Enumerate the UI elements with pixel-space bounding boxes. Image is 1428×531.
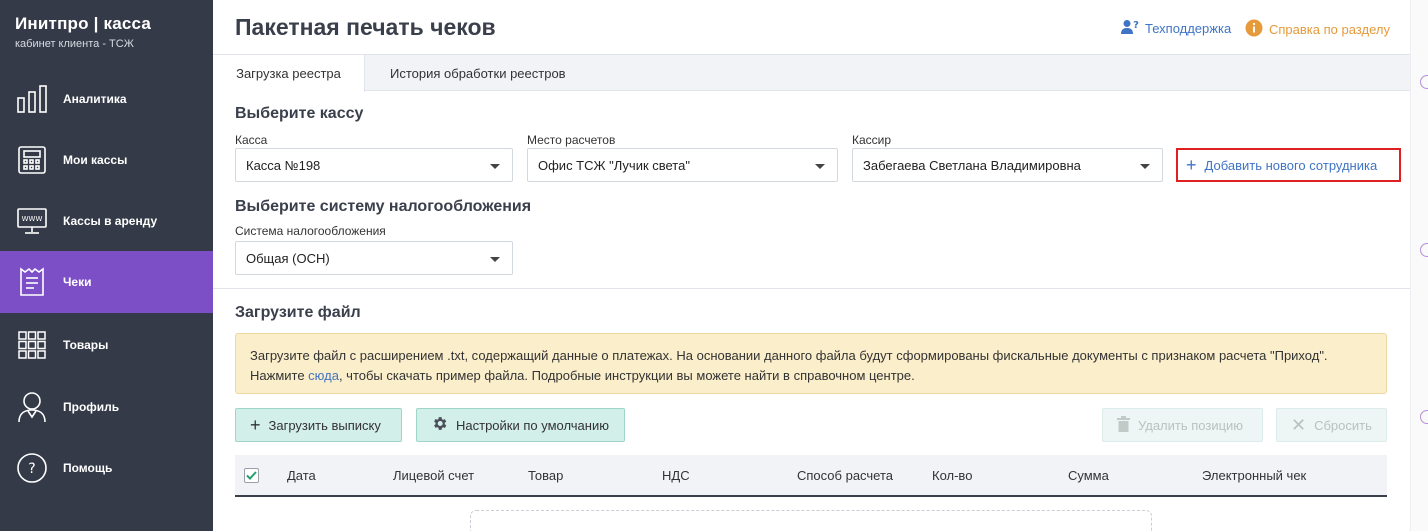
cashier-select[interactable]: Забегаева Светлана Владимировна [852,148,1163,182]
svg-text:?: ? [1133,20,1139,31]
notice-line2: Нажмите сюда, чтобы скачать пример файла… [250,368,915,383]
column-account[interactable]: Лицевой счет [393,468,474,483]
trash-icon [1117,415,1130,435]
place-select-value: Офис ТСЖ "Лучик света" [538,157,690,173]
gear-icon [431,415,448,435]
svg-text:WWW: WWW [22,215,43,223]
column-e-receipt[interactable]: Электронный чек [1202,468,1306,483]
info-icon [1245,19,1263,40]
sidebar-item-goods[interactable]: Товары [0,314,213,376]
chevron-down-icon [815,164,825,169]
sidebar: Инитпро | касса кабинет клиента - ТСЖ Ан… [0,0,213,531]
select-all-checkbox[interactable] [244,468,259,483]
column-sum[interactable]: Сумма [1068,468,1109,483]
checkmark-icon [246,471,257,480]
support-user-icon: ? [1121,19,1139,38]
tabs-bar: Загрузка реестра История обработки реест… [213,54,1410,92]
plus-icon: + [250,415,261,435]
support-link[interactable]: ? Техподдержка [1121,19,1231,38]
brand[interactable]: Инитпро | касса кабинет клиента - ТСЖ [0,0,213,68]
notice-line1: Загрузите файл с расширением .txt, содер… [250,348,1328,363]
sidebar-item-label: Помощь [63,461,113,475]
file-dropzone[interactable] [470,510,1152,531]
sample-file-link[interactable]: сюда [308,368,339,383]
column-vat[interactable]: НДС [662,468,690,483]
place-label: Место расчетов [527,133,616,147]
upload-section-title: Загрузите файл [235,304,361,321]
kassa-section-title: Выберите кассу [235,105,364,122]
column-quantity[interactable]: Кол-во [932,468,972,483]
sidebar-item-profile[interactable]: Профиль [0,376,213,438]
cashier-select-value: Забегаева Светлана Владимировна [863,157,1081,173]
close-icon: ✕ [1291,415,1307,435]
column-payment-method[interactable]: Способ расчета [797,468,893,483]
sidebar-item-label: Аналитика [63,92,127,106]
chevron-down-icon [1140,164,1150,169]
tab-upload-registry[interactable]: Загрузка реестра [213,55,365,92]
sidebar-item-label: Чеки [63,275,92,289]
tax-select[interactable]: Общая (ОСН) [235,241,513,275]
tax-select-value: Общая (ОСН) [246,250,330,266]
brand-subtitle: кабинет клиента - ТСЖ [15,38,134,50]
brand-title: Инитпро | касса [15,14,152,33]
tab-registry-history[interactable]: История обработки реестров [390,55,566,91]
tax-section-title: Выберите систему налогообложения [235,198,532,215]
edge-widget-icon [1420,410,1428,424]
help-circle-icon: ? [15,451,49,485]
www-terminal-icon: WWW [15,204,49,238]
upload-statement-label: Загрузить выписку [268,417,381,433]
edge-widget-icon [1420,75,1428,89]
kassa-select-value: Касса №198 [246,157,321,173]
default-settings-button[interactable]: Настройки по умолчанию [416,408,625,442]
delete-position-button[interactable]: Удалить позицию [1102,408,1263,442]
place-select[interactable]: Офис ТСЖ "Лучик света" [527,148,838,182]
sidebar-item-label: Товары [63,338,109,352]
sidebar-item-my-registers[interactable]: Мои кассы [0,129,213,191]
grid-icon [15,328,49,362]
receipt-icon [15,265,49,299]
column-product[interactable]: Товар [528,468,563,483]
upload-statement-button[interactable]: + Загрузить выписку [235,408,402,442]
delete-position-label: Удалить позицию [1138,417,1244,433]
section-help-link[interactable]: Справка по разделу [1245,19,1390,40]
analytics-icon [15,82,49,116]
default-settings-label: Настройки по умолчанию [456,417,609,433]
page-title: Пакетная печать чеков [235,14,496,40]
support-label: Техподдержка [1145,21,1232,36]
section-divider [213,288,1410,289]
section-help-label: Справка по разделу [1269,22,1390,37]
column-date[interactable]: Дата [287,468,316,483]
kassa-select[interactable]: Касса №198 [235,148,513,182]
sidebar-item-help[interactable]: ? Помощь [0,437,213,499]
cash-register-icon [15,143,49,177]
sidebar-item-label: Мои кассы [63,153,128,167]
sidebar-item-label: Профиль [63,400,120,414]
svg-text:?: ? [28,461,35,477]
user-icon [15,390,49,424]
upload-notice: Загрузите файл с расширением .txt, содер… [235,333,1387,394]
reset-label: Сбросить [1314,417,1372,433]
add-employee-button[interactable]: + Добавить нового сотрудника [1176,148,1401,182]
kassa-label: Касса [235,133,268,147]
sidebar-item-label: Кассы в аренду [63,214,158,228]
chevron-down-icon [490,257,500,262]
table-header: Дата Лицевой счет Товар НДС Способ расче… [235,455,1387,497]
sidebar-item-rent[interactable]: WWW Кассы в аренду [0,190,213,252]
chevron-down-icon [490,164,500,169]
reset-button[interactable]: ✕ Сбросить [1276,408,1387,442]
add-employee-label: Добавить нового сотрудника [1204,157,1378,173]
cashier-label: Кассир [852,133,892,147]
scrollbar[interactable] [1410,0,1428,531]
edge-widget-icon [1420,243,1428,257]
sidebar-item-receipts[interactable]: Чеки [0,251,213,313]
sidebar-item-analytics[interactable]: Аналитика [0,68,213,130]
tax-label: Система налогообложения [235,224,386,238]
plus-icon: + [1186,155,1197,175]
